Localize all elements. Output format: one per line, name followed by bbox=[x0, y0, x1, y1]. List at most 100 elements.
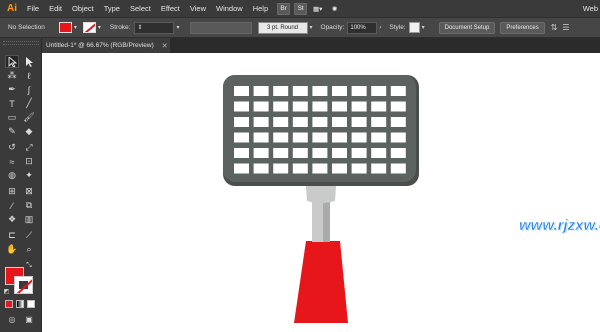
mesh-tool-icon[interactable]: ⊠ bbox=[22, 185, 36, 198]
arrange-icon[interactable]: ⇅ bbox=[551, 23, 558, 32]
eraser-tool-icon[interactable]: ◆ bbox=[22, 125, 36, 138]
none-mode-icon[interactable] bbox=[27, 300, 35, 308]
slice-tool-icon[interactable]: ⟋ bbox=[22, 229, 36, 242]
opacity-field[interactable]: 100% bbox=[347, 21, 378, 34]
color-mode-icon[interactable] bbox=[5, 300, 13, 308]
graphic-style-swatch[interactable] bbox=[408, 22, 420, 33]
spatula-hole bbox=[273, 163, 289, 174]
document-tab-title: Untitled-1* @ 66.67% (RGB/Preview) bbox=[46, 42, 154, 49]
line-tool-icon[interactable]: ╱ bbox=[22, 97, 36, 110]
rectangle-tool-icon[interactable]: ▭ bbox=[5, 111, 19, 124]
scale-tool-icon[interactable]: ⤢ bbox=[22, 141, 36, 154]
curvature-tool-icon[interactable]: ∫ bbox=[22, 83, 36, 96]
hand-tool-icon[interactable]: ✋ bbox=[5, 243, 19, 256]
perspective-grid-tool-icon[interactable]: ⊞ bbox=[5, 185, 19, 198]
menu-effect[interactable]: Effect bbox=[156, 0, 185, 17]
opacity-value: 100% bbox=[350, 24, 366, 31]
menu-help[interactable]: Help bbox=[248, 0, 273, 17]
stroke-swatch[interactable] bbox=[82, 22, 96, 33]
spatula-hole bbox=[273, 148, 289, 158]
close-icon[interactable]: ✕ bbox=[162, 42, 168, 50]
spatula-hole bbox=[273, 117, 289, 127]
variable-width-profile[interactable] bbox=[189, 21, 252, 34]
gradient-mode-icon[interactable] bbox=[16, 300, 24, 308]
rotate-tool-icon[interactable]: ↺ bbox=[5, 141, 19, 154]
spatula-hole bbox=[253, 163, 269, 174]
spatula-hole bbox=[273, 132, 289, 143]
symbol-sprayer-tool-icon[interactable]: ❖ bbox=[5, 213, 19, 226]
spatula-hole bbox=[390, 86, 406, 96]
lasso-icon[interactable]: ℓ bbox=[22, 69, 36, 82]
chevron-right-icon[interactable]: › bbox=[379, 25, 381, 31]
spatula-hole bbox=[253, 101, 269, 112]
stroke-color-box[interactable] bbox=[14, 276, 33, 294]
spatula-hole bbox=[351, 101, 367, 112]
menu-object[interactable]: Object bbox=[67, 0, 99, 17]
spatula-hole bbox=[273, 101, 289, 112]
panel-grip[interactable] bbox=[3, 41, 39, 45]
default-colors-icon[interactable]: ◩ bbox=[2, 287, 11, 296]
direct-selection-tool-icon[interactable] bbox=[22, 55, 36, 68]
zoom-tool-icon[interactable]: ⌕ bbox=[22, 243, 36, 256]
bridge-icon[interactable]: Br bbox=[277, 2, 291, 15]
chevron-down-icon[interactable]: ▾ bbox=[422, 24, 425, 31]
chevron-down-icon[interactable]: ▾ bbox=[98, 24, 101, 31]
stock-icon[interactable]: St bbox=[294, 2, 308, 15]
shaper-tool-icon[interactable]: ✎ bbox=[5, 125, 19, 138]
spatula-handle[interactable] bbox=[294, 241, 348, 323]
spatula-hole bbox=[351, 86, 367, 96]
selection-tool-icon[interactable] bbox=[5, 55, 19, 68]
spatula-artwork bbox=[223, 75, 419, 323]
magic-wand-icon[interactable]: ⁂ bbox=[5, 69, 19, 82]
spatula-hole bbox=[312, 148, 328, 158]
blend-tool-icon[interactable]: ⧉ bbox=[22, 199, 36, 212]
spatula-hole bbox=[332, 132, 347, 143]
gpu-performance-icon[interactable]: ✺ bbox=[328, 3, 341, 15]
spatula-hole bbox=[371, 132, 387, 143]
document-setup-button[interactable]: Document Setup bbox=[438, 21, 496, 34]
brush-definition[interactable]: 3 pt. Round bbox=[257, 21, 308, 34]
artboard-canvas[interactable]: www.rjzxw.com bbox=[42, 53, 600, 332]
menu-view[interactable]: View bbox=[185, 0, 211, 17]
menu-type[interactable]: Type bbox=[99, 0, 125, 17]
shape-builder-tool-icon[interactable]: ◍ bbox=[5, 169, 19, 182]
chevron-down-icon[interactable]: ▾ bbox=[310, 24, 313, 31]
menu-window[interactable]: Window bbox=[211, 0, 248, 17]
type-tool-icon[interactable]: T bbox=[5, 97, 19, 110]
menu-edit[interactable]: Edit bbox=[44, 0, 67, 17]
spatula-hole bbox=[234, 132, 249, 143]
spatula-hole bbox=[371, 101, 387, 112]
chevron-down-icon[interactable]: ▾ bbox=[74, 24, 77, 31]
spatula-hole bbox=[390, 101, 406, 112]
chevron-down-icon[interactable]: ▾ bbox=[176, 24, 179, 31]
spatula-hole bbox=[292, 132, 308, 143]
eyedropper-tool-icon[interactable]: ⁄ bbox=[5, 199, 19, 212]
paintbrush-tool-icon[interactable]: 🖌 bbox=[22, 111, 36, 124]
spatula-hole bbox=[351, 117, 367, 127]
spatula-hole bbox=[253, 132, 269, 143]
column-graph-tool-icon[interactable]: ▥ bbox=[22, 213, 36, 226]
spatula-hole bbox=[312, 101, 328, 112]
workspace-label[interactable]: Web bbox=[583, 0, 598, 17]
preferences-button[interactable]: Preferences bbox=[500, 21, 545, 34]
stroke-weight-field[interactable]: ⇕ bbox=[134, 21, 175, 34]
screen-mode-icon[interactable]: ▣ bbox=[22, 313, 36, 326]
free-transform-tool-icon[interactable]: ⊡ bbox=[22, 155, 36, 168]
drawing-modes-icon[interactable]: ◎ bbox=[5, 313, 19, 326]
menu-file[interactable]: File bbox=[22, 0, 44, 17]
fill-swatch[interactable] bbox=[58, 22, 72, 33]
spatula-hole bbox=[253, 148, 269, 158]
width-tool-icon[interactable]: ≈ bbox=[5, 155, 19, 168]
artboard-tool-icon[interactable]: ⊏ bbox=[5, 229, 19, 242]
spatula-hole bbox=[234, 117, 249, 127]
spatula-hole bbox=[390, 163, 406, 174]
arrange-documents-icon[interactable]: ▦▾ bbox=[311, 3, 324, 15]
menu-select[interactable]: Select bbox=[125, 0, 156, 17]
spatula-hole bbox=[312, 163, 328, 174]
swap-colors-icon[interactable]: ⤡ bbox=[24, 261, 34, 270]
spatula-hole bbox=[234, 86, 249, 96]
pen-tool-icon[interactable]: ✒ bbox=[5, 83, 19, 96]
document-tab[interactable]: Untitled-1* @ 66.67% (RGB/Preview) ✕ bbox=[42, 38, 170, 53]
puppet-warp-tool-icon[interactable]: ✦ bbox=[22, 169, 36, 182]
panel-menu-icon[interactable]: ☰ bbox=[562, 23, 569, 32]
